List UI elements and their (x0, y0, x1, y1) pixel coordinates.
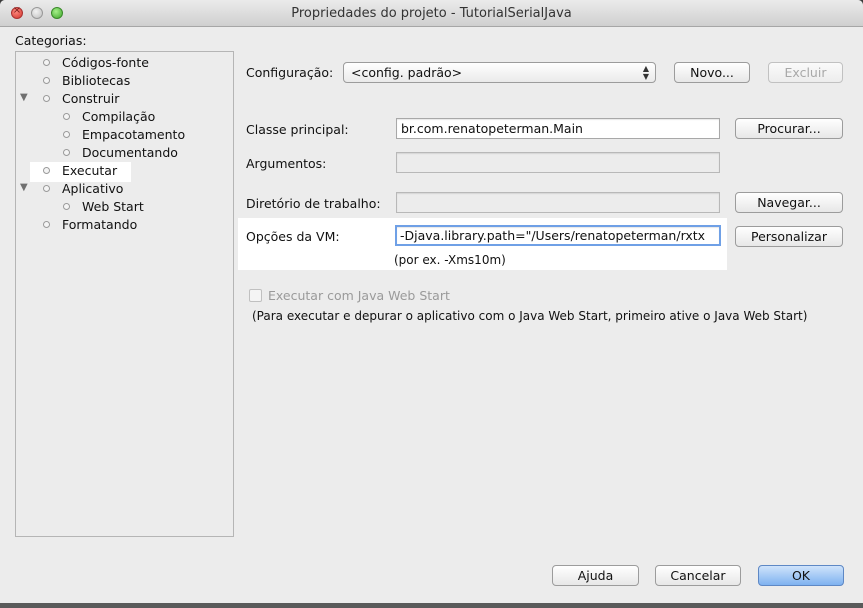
bullet-icon (63, 113, 70, 120)
bullet-icon (43, 95, 50, 102)
bullet-icon (43, 77, 50, 84)
disclosure-triangle-icon[interactable]: ▼ (20, 182, 28, 193)
tree-item-label: Executar (62, 163, 118, 178)
tree-item-web-start[interactable]: Web Start (16, 199, 233, 217)
title-bar: × Propriedades do projeto - TutorialSeri… (0, 0, 863, 27)
tree-item-aplicativo[interactable]: ▼ Aplicativo (16, 181, 233, 199)
bullet-icon (43, 59, 50, 66)
working-dir-field[interactable] (396, 192, 720, 213)
categories-heading: Categorias: (15, 33, 87, 48)
bullet-icon (63, 149, 70, 156)
window-title: Propriedades do projeto - TutorialSerial… (291, 6, 572, 21)
tree-item-label: Formatando (62, 217, 138, 232)
vm-options-hint: (por ex. -Xms10m) (394, 253, 506, 267)
ok-button[interactable]: OK (758, 565, 844, 586)
configuration-select-value: <config. padrão> (351, 65, 463, 80)
main-class-field[interactable]: br.com.renatopeterman.Main (396, 118, 720, 139)
configuration-label: Configuração: (246, 65, 334, 80)
bullet-icon (43, 167, 50, 174)
bullet-icon (43, 221, 50, 228)
web-start-checkbox[interactable] (249, 289, 262, 302)
tree-item-empacotamento[interactable]: Empacotamento (16, 127, 233, 145)
help-button[interactable]: Ajuda (552, 565, 639, 586)
new-configuration-button[interactable]: Novo... (674, 62, 750, 83)
tree-item-label: Bibliotecas (62, 73, 131, 88)
tree-item-formatando[interactable]: Formatando (16, 217, 233, 235)
customize-vm-options-button[interactable]: Personalizar (735, 226, 843, 247)
background-desktop (0, 603, 863, 608)
configuration-select[interactable]: <config. padrão> ▲ ▼ (343, 62, 656, 83)
tree-item-bibliotecas[interactable]: Bibliotecas (16, 73, 233, 91)
bullet-icon (43, 185, 50, 192)
web-start-note: (Para executar e depurar o aplicativo co… (252, 309, 808, 323)
tree-item-construir[interactable]: ▼ Construir (16, 91, 233, 109)
tree-item-codigos-fonte[interactable]: Códigos-fonte (16, 55, 233, 73)
tree-item-label: Documentando (82, 145, 178, 160)
browse-main-class-button[interactable]: Procurar... (735, 118, 843, 139)
tree-item-documentando[interactable]: Documentando (16, 145, 233, 163)
tree-item-label: Códigos-fonte (62, 55, 149, 70)
web-start-checkbox-label: Executar com Java Web Start (268, 288, 450, 303)
tree-item-label: Empacotamento (82, 127, 186, 142)
tree-item-label: Construir (62, 91, 120, 106)
bullet-icon (63, 131, 70, 138)
working-dir-label: Diretório de trabalho: (246, 196, 381, 211)
browse-working-dir-button[interactable]: Navegar... (735, 192, 843, 213)
vm-options-field[interactable]: -Djava.library.path="/Users/renatopeterm… (395, 225, 721, 246)
categories-tree[interactable]: Códigos-fonte Bibliotecas ▼ Construir Co… (15, 51, 234, 537)
tree-item-compilacao[interactable]: Compilação (16, 109, 233, 127)
updown-arrows-icon: ▲ ▼ (642, 64, 649, 81)
tree-item-executar[interactable]: Executar (16, 163, 233, 181)
vm-options-label: Opções da VM: (246, 229, 340, 244)
main-class-label: Classe principal: (246, 122, 349, 137)
project-properties-dialog: × Propriedades do projeto - TutorialSeri… (0, 0, 863, 603)
tree-item-label: Compilação (82, 109, 156, 124)
cancel-button[interactable]: Cancelar (655, 565, 741, 586)
arguments-field[interactable] (396, 152, 720, 173)
disclosure-triangle-icon[interactable]: ▼ (20, 92, 28, 103)
tree-item-label: Web Start (82, 199, 144, 214)
bullet-icon (63, 203, 70, 210)
tree-item-label: Aplicativo (62, 181, 124, 196)
arguments-label: Argumentos: (246, 156, 327, 171)
delete-configuration-button[interactable]: Excluir (768, 62, 843, 83)
